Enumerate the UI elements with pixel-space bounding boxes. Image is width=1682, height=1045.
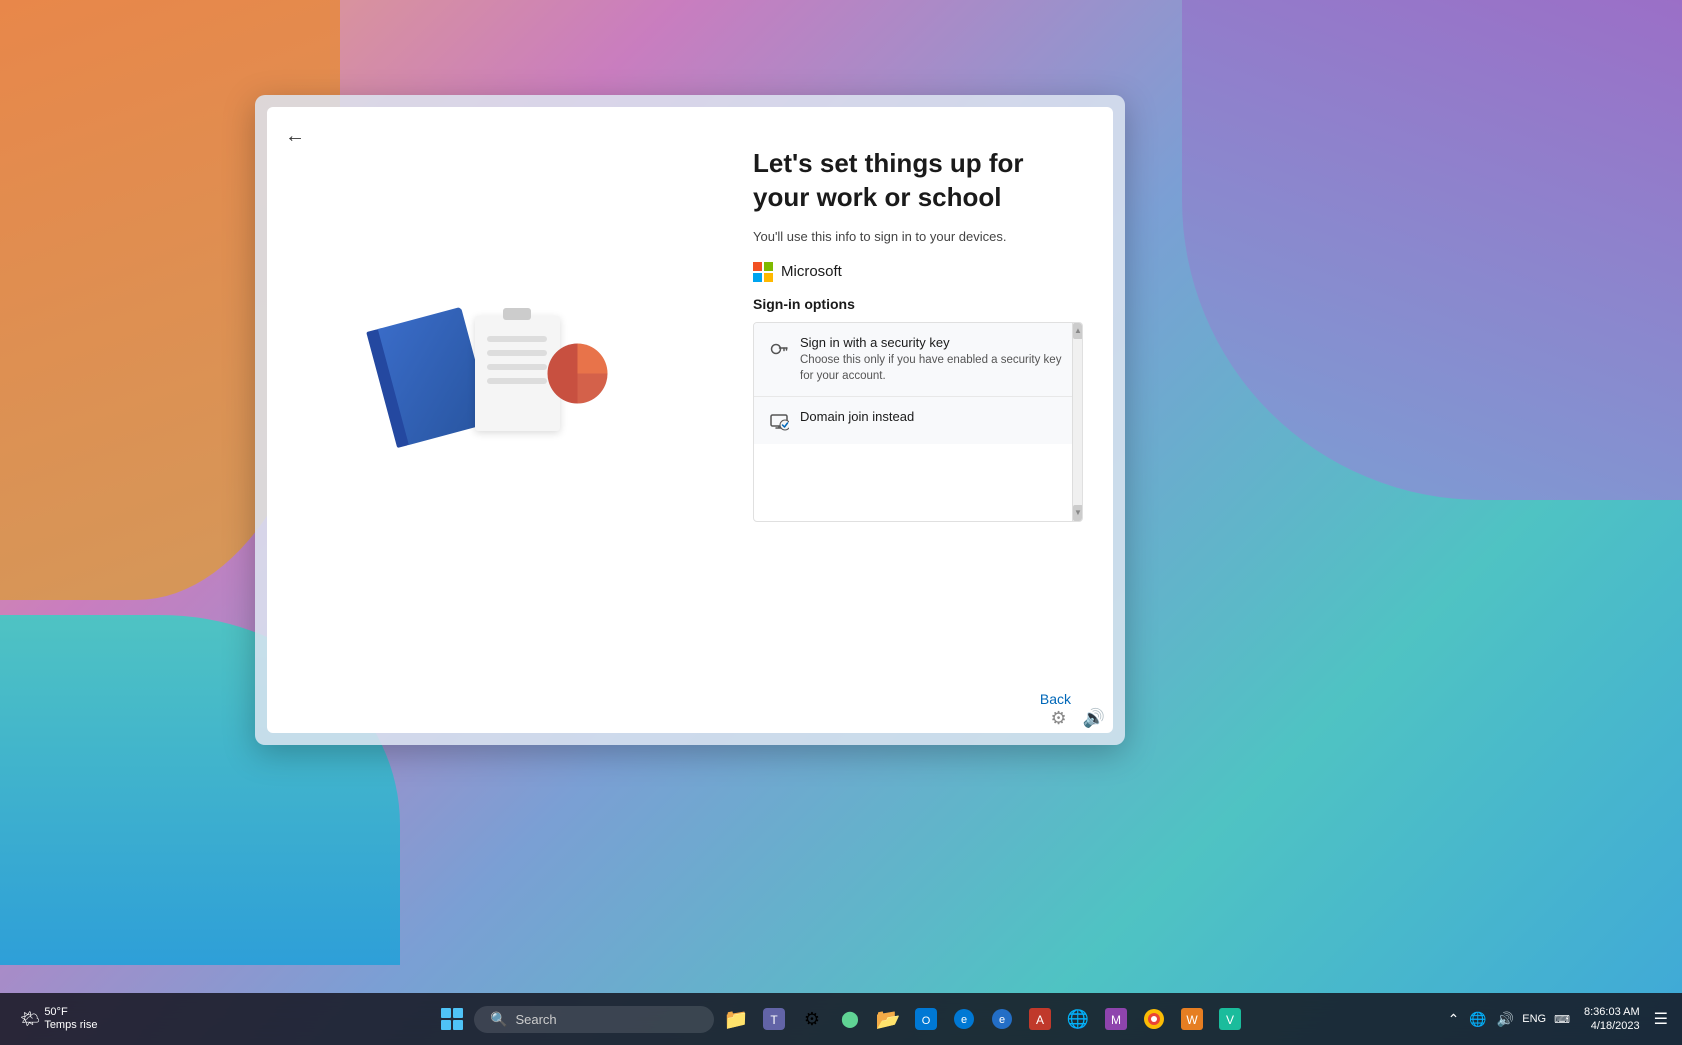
pie-chart-svg — [540, 336, 615, 411]
taskbar-app-chrome[interactable] — [1136, 1001, 1172, 1037]
taskbar-weather-text: 50°F Temps rise — [44, 1006, 97, 1032]
win-logo-bl — [441, 1020, 451, 1030]
svg-text:e: e — [961, 1014, 967, 1026]
security-key-text-group: Sign in with a security key Choose this … — [800, 335, 1068, 384]
svg-text:M: M — [1111, 1013, 1121, 1027]
taskbar-clock[interactable]: 8:36:03 AM 4/18/2023 — [1580, 1005, 1644, 1034]
desktop: ← — [0, 0, 1682, 1045]
taskbar-app-edge-dev[interactable]: e — [984, 1001, 1020, 1037]
taskbar-app-terminal[interactable]: ⬤ — [832, 1001, 868, 1037]
weather-temp: 50°F — [44, 1006, 97, 1019]
options-list: Sign in with a security key Choose this … — [754, 323, 1082, 521]
svg-text:W: W — [1186, 1013, 1198, 1027]
svg-text:V: V — [1226, 1013, 1234, 1027]
systray-lang[interactable]: ENG — [1522, 1013, 1546, 1025]
systray-network[interactable]: 🌐 — [1467, 1009, 1488, 1030]
pie-chart-icon — [540, 336, 615, 411]
domain-join-title: Domain join instead — [800, 409, 1068, 424]
clock-time: 8:36:03 AM — [1584, 1005, 1640, 1019]
content-area: Let's set things up for your work or sch… — [267, 107, 1113, 675]
win-logo-br — [453, 1020, 463, 1030]
svg-text:e: e — [999, 1014, 1005, 1026]
svg-text:T: T — [770, 1013, 778, 1027]
option-security-key[interactable]: Sign in with a security key Choose this … — [754, 323, 1082, 397]
scrollbar[interactable]: ▲ ▼ — [1072, 323, 1082, 521]
back-arrow-top[interactable]: ← — [285, 125, 305, 148]
scroll-down[interactable]: ▼ — [1073, 505, 1083, 521]
systray-volume[interactable]: 🔊 — [1495, 1009, 1516, 1030]
window-footer: Back — [267, 675, 1113, 733]
weather-trend: Temps rise — [44, 1019, 97, 1032]
ms-logo-row: Microsoft — [753, 262, 1083, 282]
taskbar-center: 🔍 Search 📁 T ⚙ ⬤ 📂 O e e — [434, 1001, 1248, 1037]
taskbar-app-teams[interactable]: T — [756, 1001, 792, 1037]
taskbar-app-edge[interactable]: e — [946, 1001, 982, 1037]
sign-in-options-label: Sign-in options — [753, 296, 1083, 312]
start-button[interactable] — [434, 1001, 470, 1037]
options-scroll-container: Sign in with a security key Choose this … — [753, 322, 1083, 522]
taskbar-app-app10[interactable]: M — [1098, 1001, 1134, 1037]
clock-date: 4/18/2023 — [1591, 1019, 1640, 1033]
taskbar: 🌤 50°F Temps rise 🔍 Sea — [0, 993, 1682, 1045]
systray-show-hidden[interactable]: ⌃ — [1446, 1009, 1462, 1030]
taskbar-search[interactable]: 🔍 Search — [474, 1006, 714, 1033]
ms-name-label: Microsoft — [781, 263, 842, 280]
setup-window: ← — [255, 95, 1125, 745]
ms-logo-red — [753, 262, 762, 271]
svg-text:O: O — [922, 1015, 931, 1027]
accessibility-icon[interactable]: ⚙ — [1050, 708, 1066, 729]
page-subtitle: You'll use this info to sign in to your … — [753, 229, 1083, 244]
document-clip — [503, 308, 531, 320]
bg-shape-purple — [1182, 0, 1682, 500]
win-logo-tr — [453, 1008, 463, 1018]
notification-icon[interactable]: ☰ — [1652, 1007, 1670, 1031]
win-logo-tl — [441, 1008, 451, 1018]
taskbar-apps: 📁 T ⚙ ⬤ 📂 O e e A 🌐 — [718, 1001, 1248, 1037]
security-key-desc: Choose this only if you have enabled a s… — [800, 352, 1068, 384]
taskbar-right: ⌃ 🌐 🔊 ENG ⌨ 8:36:03 AM 4/18/2023 ☰ — [1446, 1005, 1670, 1034]
systray: ⌃ 🌐 🔊 ENG ⌨ — [1446, 1009, 1572, 1030]
systray-keyboard[interactable]: ⌨ — [1552, 1011, 1572, 1028]
svg-text:A: A — [1036, 1013, 1044, 1027]
windows-logo — [441, 1008, 463, 1030]
ms-logo-green — [764, 262, 773, 271]
illustration — [395, 306, 625, 486]
scroll-up[interactable]: ▲ — [1073, 323, 1083, 339]
taskbar-app-file-explorer[interactable]: 📁 — [718, 1001, 754, 1037]
volume-icon[interactable]: 🔊 — [1083, 708, 1105, 729]
search-label: Search — [515, 1012, 556, 1027]
ms-logo-blue — [753, 273, 762, 282]
domain-join-text-group: Domain join instead — [800, 409, 1068, 426]
page-title: Let's set things up for your work or sch… — [753, 147, 1083, 215]
back-arrow-icon: ← — [285, 125, 305, 147]
ms-logo — [753, 262, 773, 282]
right-content: Let's set things up for your work or sch… — [733, 137, 1093, 655]
taskbar-left: 🌤 50°F Temps rise — [12, 1002, 106, 1036]
window-bottom-icons: ⚙ 🔊 — [1050, 708, 1105, 729]
illustration-area — [287, 137, 733, 655]
taskbar-app-app8[interactable]: A — [1022, 1001, 1058, 1037]
domain-join-icon — [768, 410, 790, 432]
weather-icon: 🌤 — [20, 1009, 40, 1029]
security-key-title: Sign in with a security key — [800, 335, 1068, 350]
window-inner: ← — [267, 107, 1113, 733]
taskbar-app-files[interactable]: 📂 — [870, 1001, 906, 1037]
taskbar-app-app11[interactable]: W — [1174, 1001, 1210, 1037]
taskbar-app-settings[interactable]: ⚙ — [794, 1001, 830, 1037]
option-domain-join[interactable]: Domain join instead — [754, 397, 1082, 444]
ms-logo-yellow — [764, 273, 773, 282]
taskbar-app-outlook[interactable]: O — [908, 1001, 944, 1037]
taskbar-app-app12[interactable]: V — [1212, 1001, 1248, 1037]
search-icon: 🔍 — [490, 1011, 507, 1028]
security-key-icon — [768, 336, 790, 358]
taskbar-app-app9[interactable]: 🌐 — [1060, 1001, 1096, 1037]
taskbar-weather[interactable]: 🌤 50°F Temps rise — [12, 1002, 106, 1036]
